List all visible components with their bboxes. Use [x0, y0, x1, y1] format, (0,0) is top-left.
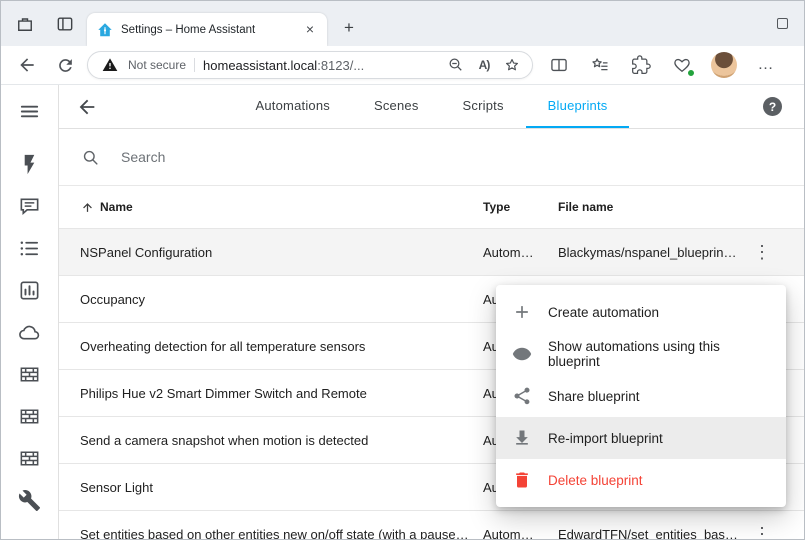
- browser-menu-icon[interactable]: …: [754, 53, 778, 77]
- search-bar[interactable]: [59, 129, 804, 186]
- menu-item-create-automation[interactable]: Create automation: [496, 291, 786, 333]
- blueprint-context-menu: Create automation Show automations using…: [496, 285, 786, 507]
- cloud-icon: [18, 321, 41, 344]
- column-name[interactable]: Name: [80, 200, 483, 215]
- profile-avatar[interactable]: [711, 52, 737, 78]
- workspaces-icon[interactable]: [13, 12, 37, 36]
- page-back-icon[interactable]: [75, 95, 99, 119]
- favorites-icon[interactable]: [588, 53, 612, 77]
- share-icon: [512, 386, 532, 406]
- essentials-status-dot: [687, 69, 695, 77]
- sidebar-menu-button[interactable]: [1, 93, 59, 129]
- refresh-icon[interactable]: [53, 53, 77, 77]
- ha-tab-bar: Automations Scenes Scripts Blueprints: [234, 85, 630, 128]
- wrench-icon: [18, 489, 41, 512]
- security-label: Not secure: [128, 58, 186, 72]
- flash-icon: [18, 153, 41, 176]
- tab-scenes[interactable]: Scenes: [352, 85, 441, 128]
- sidebar-item-logbook[interactable]: [1, 185, 59, 227]
- back-icon[interactable]: [15, 53, 39, 77]
- chart-icon: [18, 279, 41, 302]
- maximize-button[interactable]: [777, 18, 788, 29]
- forum-icon: [18, 195, 41, 218]
- row-overflow-menu-icon[interactable]: ⋮: [742, 243, 782, 261]
- wall-icon: [18, 447, 41, 470]
- sidebar-item-todo[interactable]: [1, 227, 59, 269]
- eye-icon: [512, 344, 532, 364]
- zoom-out-icon[interactable]: [446, 55, 466, 75]
- address-bar[interactable]: Not secure homeassistant.local:8123/... …: [87, 51, 533, 79]
- url-host: homeassistant.local: [203, 58, 317, 73]
- column-type[interactable]: Type: [483, 200, 558, 214]
- sort-ascending-icon: [80, 200, 95, 215]
- sidebar-item-energy[interactable]: [1, 143, 59, 185]
- address-divider: [194, 58, 195, 72]
- table-row[interactable]: NSPanel Configuration Autom… Blackymas/n…: [59, 229, 804, 276]
- browser-window: Settings – Home Assistant × + Not secure…: [0, 0, 805, 540]
- search-icon: [81, 148, 100, 167]
- home-assistant-favicon: [97, 22, 113, 38]
- tab-layout-icon[interactable]: [53, 12, 77, 36]
- column-file-name[interactable]: File name: [558, 200, 742, 214]
- browser-essentials-icon[interactable]: [670, 53, 694, 77]
- list-icon: [18, 237, 41, 260]
- menu-item-reimport-blueprint[interactable]: Re-import blueprint: [496, 417, 786, 459]
- not-secure-warning-icon[interactable]: [100, 55, 120, 75]
- menu-item-show-automations[interactable]: Show automations using this blueprint: [496, 333, 786, 375]
- tab-blueprints[interactable]: Blueprints: [526, 85, 630, 128]
- split-screen-icon[interactable]: [547, 53, 571, 77]
- table-header: Name Type File name: [59, 186, 804, 229]
- tab-scripts[interactable]: Scripts: [441, 85, 526, 128]
- sidebar-item-dashboard-2[interactable]: [1, 395, 59, 437]
- new-tab-button[interactable]: +: [335, 14, 363, 42]
- menu-item-delete-blueprint[interactable]: Delete blueprint: [496, 459, 786, 501]
- browser-tab[interactable]: Settings – Home Assistant ×: [87, 13, 327, 46]
- search-input[interactable]: [121, 149, 421, 165]
- sidebar-item-dashboard-3[interactable]: [1, 437, 59, 479]
- read-aloud-icon[interactable]: A): [474, 55, 494, 75]
- sidebar-item-history[interactable]: [1, 269, 59, 311]
- tab-close-icon[interactable]: ×: [301, 21, 319, 39]
- url-text[interactable]: homeassistant.local:8123/...: [203, 58, 438, 73]
- url-path: :8123/...: [317, 58, 364, 73]
- help-icon[interactable]: ?: [763, 97, 782, 116]
- sidebar-item-cloud[interactable]: [1, 311, 59, 353]
- wall-icon: [18, 405, 41, 428]
- menu-item-share-blueprint[interactable]: Share blueprint: [496, 375, 786, 417]
- tab-automations[interactable]: Automations: [234, 85, 352, 128]
- favorite-star-icon[interactable]: [502, 55, 522, 75]
- row-overflow-menu-icon[interactable]: ⋮: [742, 525, 782, 539]
- browser-toolbar: Not secure homeassistant.local:8123/... …: [1, 46, 804, 85]
- delete-icon: [512, 470, 532, 490]
- sidebar-item-developer-tools[interactable]: [1, 479, 59, 521]
- sidebar-item-dashboard-1[interactable]: [1, 353, 59, 395]
- extensions-puzzle-icon[interactable]: [629, 53, 653, 77]
- wall-icon: [18, 363, 41, 386]
- ha-sidebar: [1, 85, 59, 539]
- table-row[interactable]: Set entities based on other entities new…: [59, 511, 804, 539]
- ha-page-header: Automations Scenes Scripts Blueprints ?: [59, 85, 804, 129]
- plus-icon: [512, 302, 532, 322]
- tab-title: Settings – Home Assistant: [121, 24, 293, 36]
- download-icon: [512, 428, 532, 448]
- browser-titlebar: Settings – Home Assistant × +: [1, 1, 804, 46]
